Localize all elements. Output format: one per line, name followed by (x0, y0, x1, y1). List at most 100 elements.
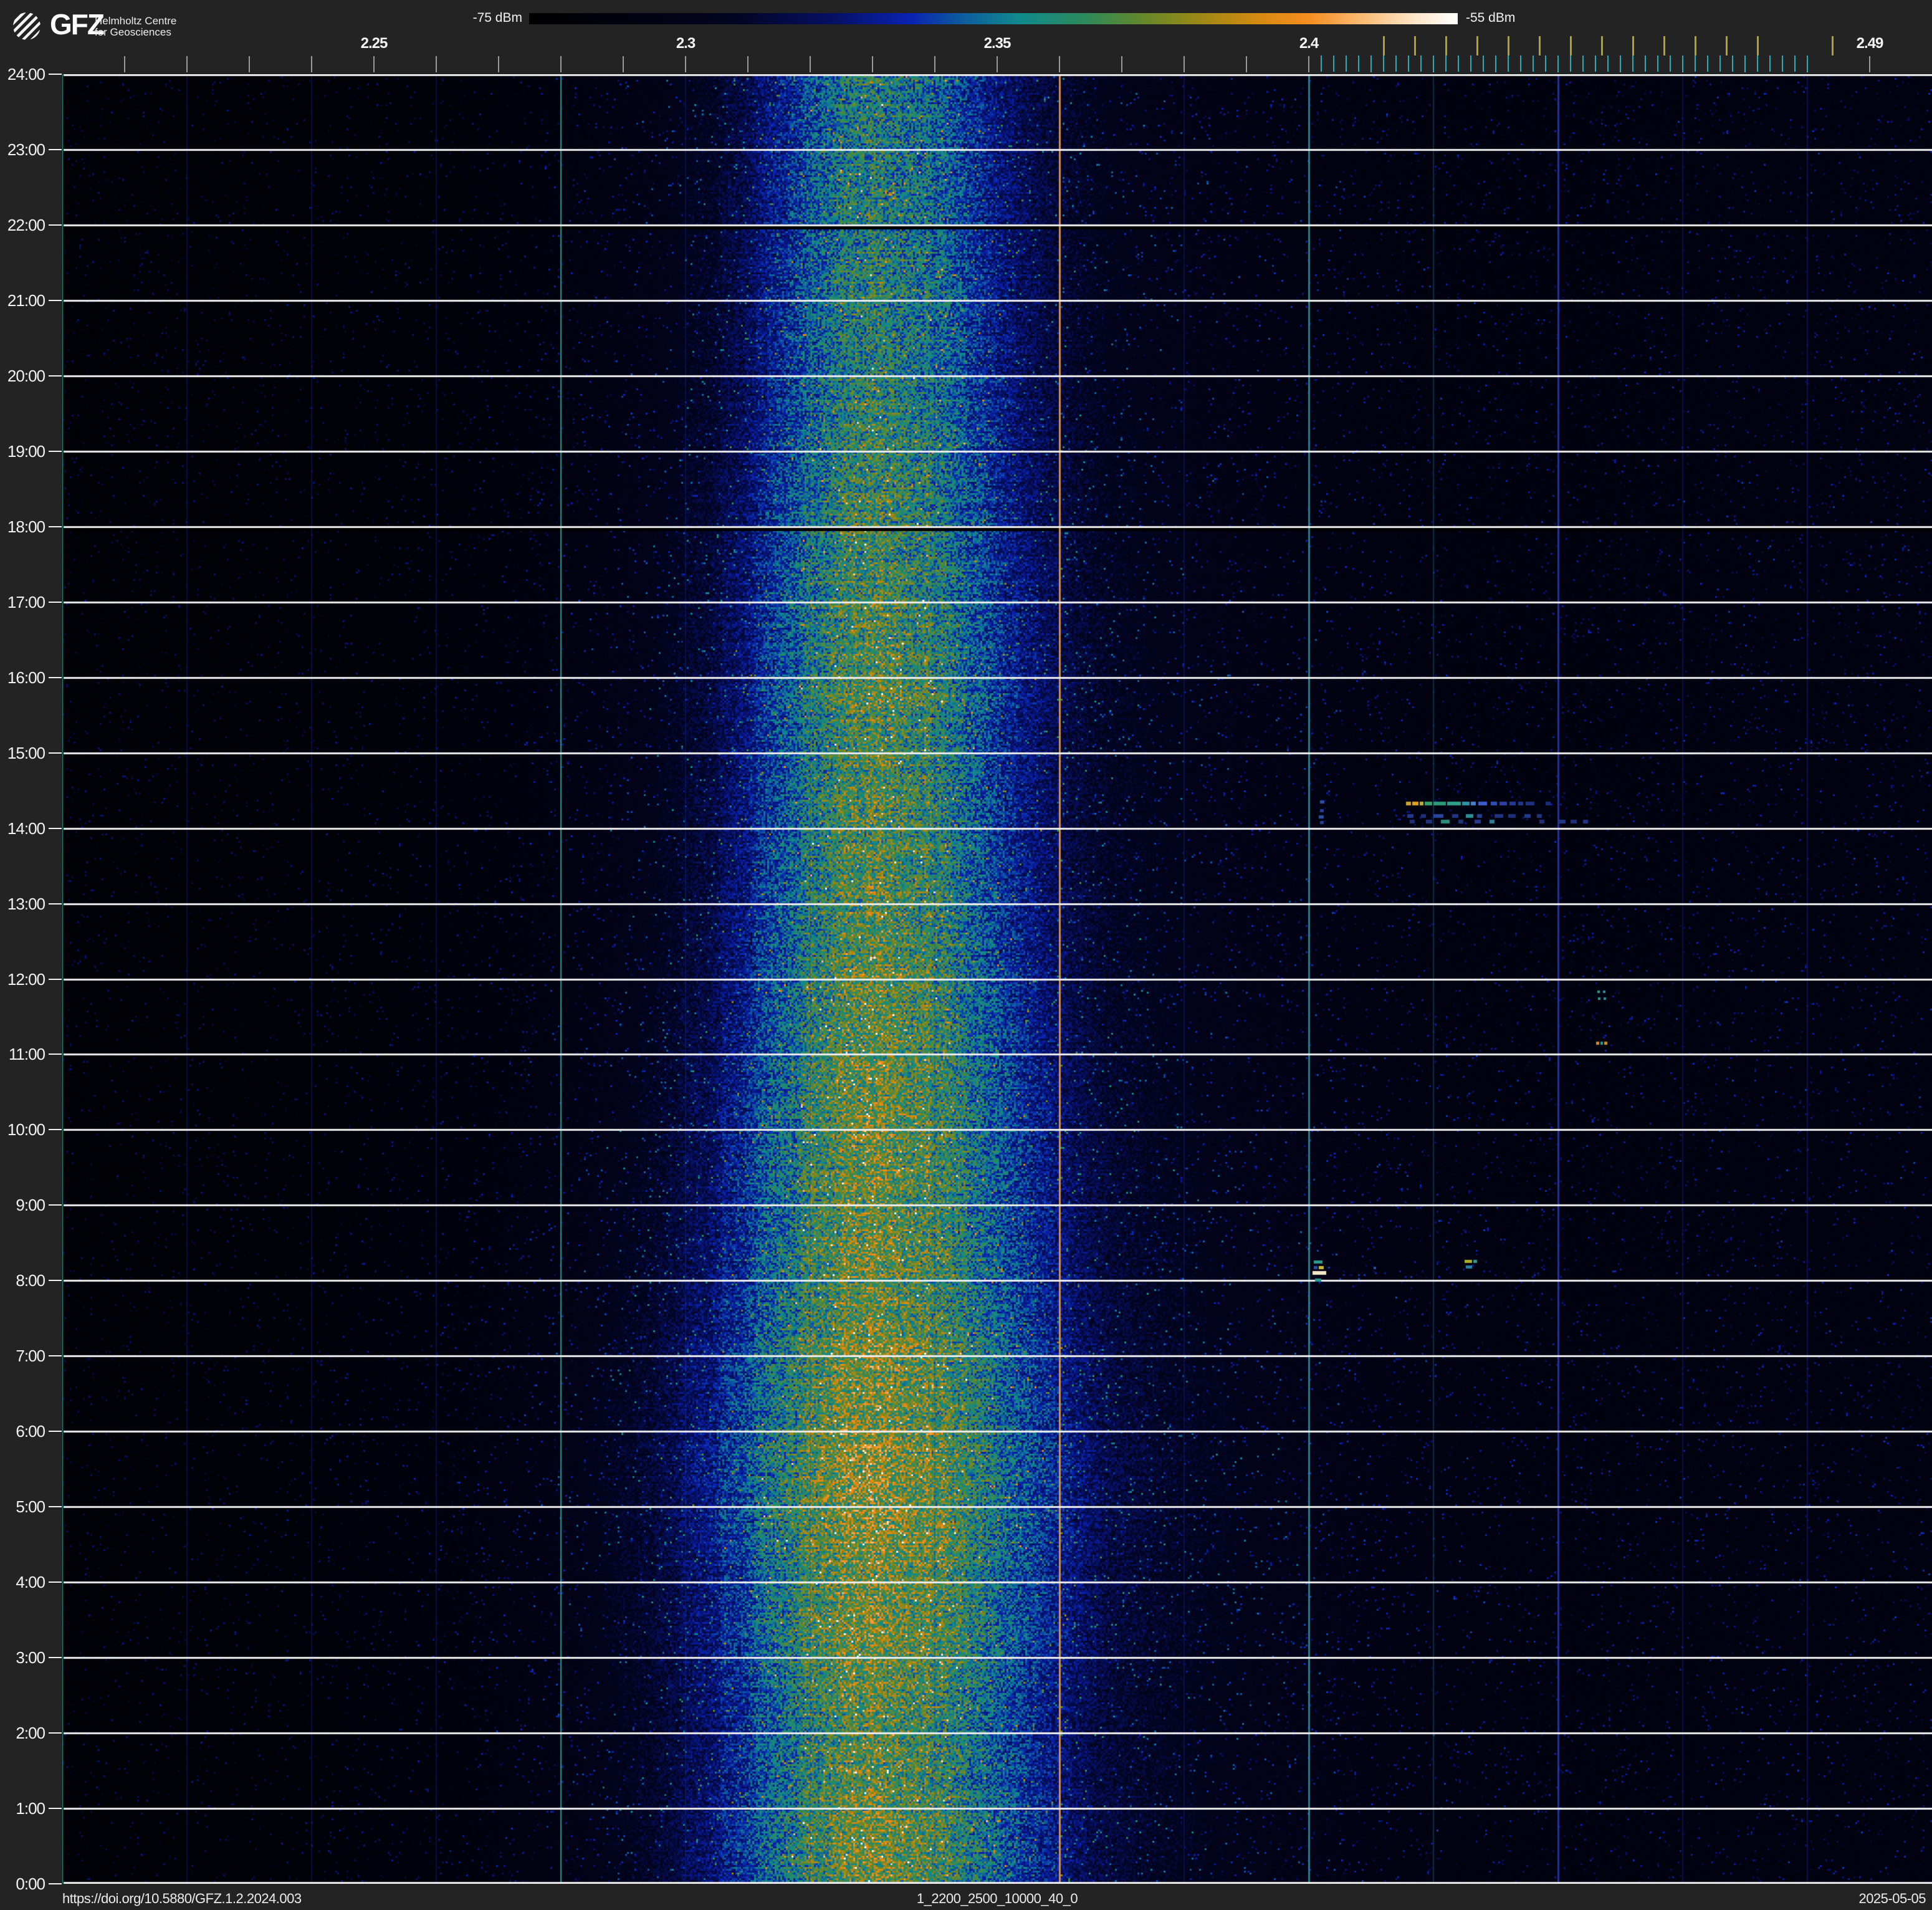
freq-tick (498, 56, 499, 72)
ble-channel-tick (1370, 55, 1372, 72)
header: GFZ Helmholtz Centre for Geosciences -75… (0, 0, 1932, 74)
freq-tick (934, 56, 935, 72)
ble-channel-tick (1333, 55, 1334, 72)
ble-channel-tick (1508, 55, 1509, 72)
time-tick (49, 1506, 62, 1508)
freq-tick (810, 56, 811, 72)
time-tick-label: 12:00 (7, 969, 45, 989)
freq-tick-label: 2.25 (360, 35, 388, 52)
time-tick-label: 4:00 (16, 1573, 45, 1592)
wifi-channel-tick (1445, 36, 1447, 55)
time-tick-label: 14:00 (7, 818, 45, 838)
wifi-channel-tick (1508, 36, 1509, 55)
ble-channel-tick (1557, 55, 1559, 72)
ble-channel-tick (1794, 55, 1796, 72)
time-tick-label: 19:00 (7, 441, 45, 461)
time-tick (49, 1657, 62, 1659)
ble-channel-tick (1321, 55, 1322, 72)
time-tick (49, 299, 62, 301)
wifi-channel-tick (1726, 36, 1728, 55)
time-tick-label: 16:00 (7, 668, 45, 687)
time-tick-label: 2:00 (16, 1724, 45, 1743)
ble-channel-tick (1732, 55, 1733, 72)
time-tick-label: 1:00 (16, 1799, 45, 1818)
ble-channel-tick (1383, 55, 1384, 72)
org-name-line2: for Geosciences (95, 26, 171, 38)
ble-channel-tick (1458, 55, 1459, 72)
freq-tick-label: 2.3 (676, 35, 696, 52)
wifi-channel-tick (1632, 36, 1634, 55)
ble-channel-tick (1632, 55, 1633, 72)
wifi-channel-tick (1832, 36, 1834, 55)
time-tick (49, 1053, 62, 1055)
time-tick-label: 18:00 (7, 517, 45, 536)
ble-channel-tick (1744, 55, 1746, 72)
time-tick-label: 15:00 (7, 743, 45, 762)
freq-tick (997, 56, 998, 72)
time-tick (49, 1355, 62, 1357)
time-tick (49, 450, 62, 452)
time-tick (49, 903, 62, 905)
ble-channel-tick (1670, 55, 1671, 72)
ble-channel-tick (1408, 55, 1409, 72)
time-tick-label: 9:00 (16, 1196, 45, 1215)
time-tick-label: 13:00 (7, 894, 45, 913)
time-tick-label: 22:00 (7, 215, 45, 234)
time-tick (49, 601, 62, 603)
freq-tick (1308, 56, 1309, 72)
colorbar (529, 13, 1458, 24)
ble-channel-tick (1757, 55, 1758, 72)
ble-channel-tick (1533, 55, 1534, 72)
time-tick (49, 752, 62, 754)
colorbar-max-label: -55 dBm (1466, 11, 1516, 25)
time-tick (49, 978, 62, 980)
time-tick (49, 827, 62, 829)
ble-channel-tick (1470, 55, 1471, 72)
ble-channel-tick (1570, 55, 1571, 72)
wifi-channel-tick (1383, 36, 1385, 55)
wifi-channel-tick (1476, 36, 1478, 55)
footer-date: 2025-05-05 (1858, 1891, 1926, 1906)
freq-tick (560, 56, 562, 72)
wifi-channel-tick (1539, 36, 1541, 55)
colorbar-min-label: -75 dBm (472, 11, 522, 25)
time-tick-label: 17:00 (7, 592, 45, 612)
time-tick-label: 5:00 (16, 1497, 45, 1517)
time-tick-label: 11:00 (8, 1045, 45, 1064)
freq-tick (1059, 56, 1060, 72)
footer-filename: 1_2200_2500_10000_40_0 (916, 1891, 1078, 1906)
freq-tick (249, 56, 250, 72)
freq-tick-label: 2.4 (1299, 35, 1319, 52)
freq-tick (1246, 56, 1247, 72)
time-tick-label: 6:00 (16, 1422, 45, 1441)
spectrogram-page: GFZ Helmholtz Centre for Geosciences -75… (0, 0, 1932, 1910)
freq-tick (747, 56, 748, 72)
ble-channel-tick (1769, 55, 1771, 72)
wifi-channel-tick (1695, 36, 1696, 55)
ble-channel-tick (1495, 55, 1496, 72)
ble-channel-tick (1645, 55, 1646, 72)
ble-channel-tick (1707, 55, 1708, 72)
time-tick-label: 21:00 (7, 290, 45, 310)
wifi-channel-tick (1757, 36, 1759, 55)
time-tick (49, 1129, 62, 1131)
ble-channel-tick (1595, 55, 1596, 72)
time-tick (49, 525, 62, 527)
time-tick (49, 148, 62, 150)
time-tick-label: 0:00 (16, 1874, 45, 1893)
ble-channel-tick (1358, 55, 1359, 72)
time-tick-label: 20:00 (7, 366, 45, 385)
freq-tick (685, 56, 686, 72)
wifi-channel-tick (1663, 36, 1665, 55)
freq-tick (1184, 56, 1185, 72)
ble-channel-tick (1682, 55, 1683, 72)
time-tick (49, 1204, 62, 1206)
spectrogram-canvas (62, 74, 1932, 1884)
freq-tick (186, 56, 188, 72)
freq-tick (124, 56, 125, 72)
ble-channel-tick (1420, 55, 1422, 72)
org-name: Helmholtz Centre for Geosciences (95, 16, 176, 38)
freq-tick (1869, 56, 1870, 72)
time-tick (49, 1808, 62, 1810)
freq-tick (436, 56, 437, 72)
